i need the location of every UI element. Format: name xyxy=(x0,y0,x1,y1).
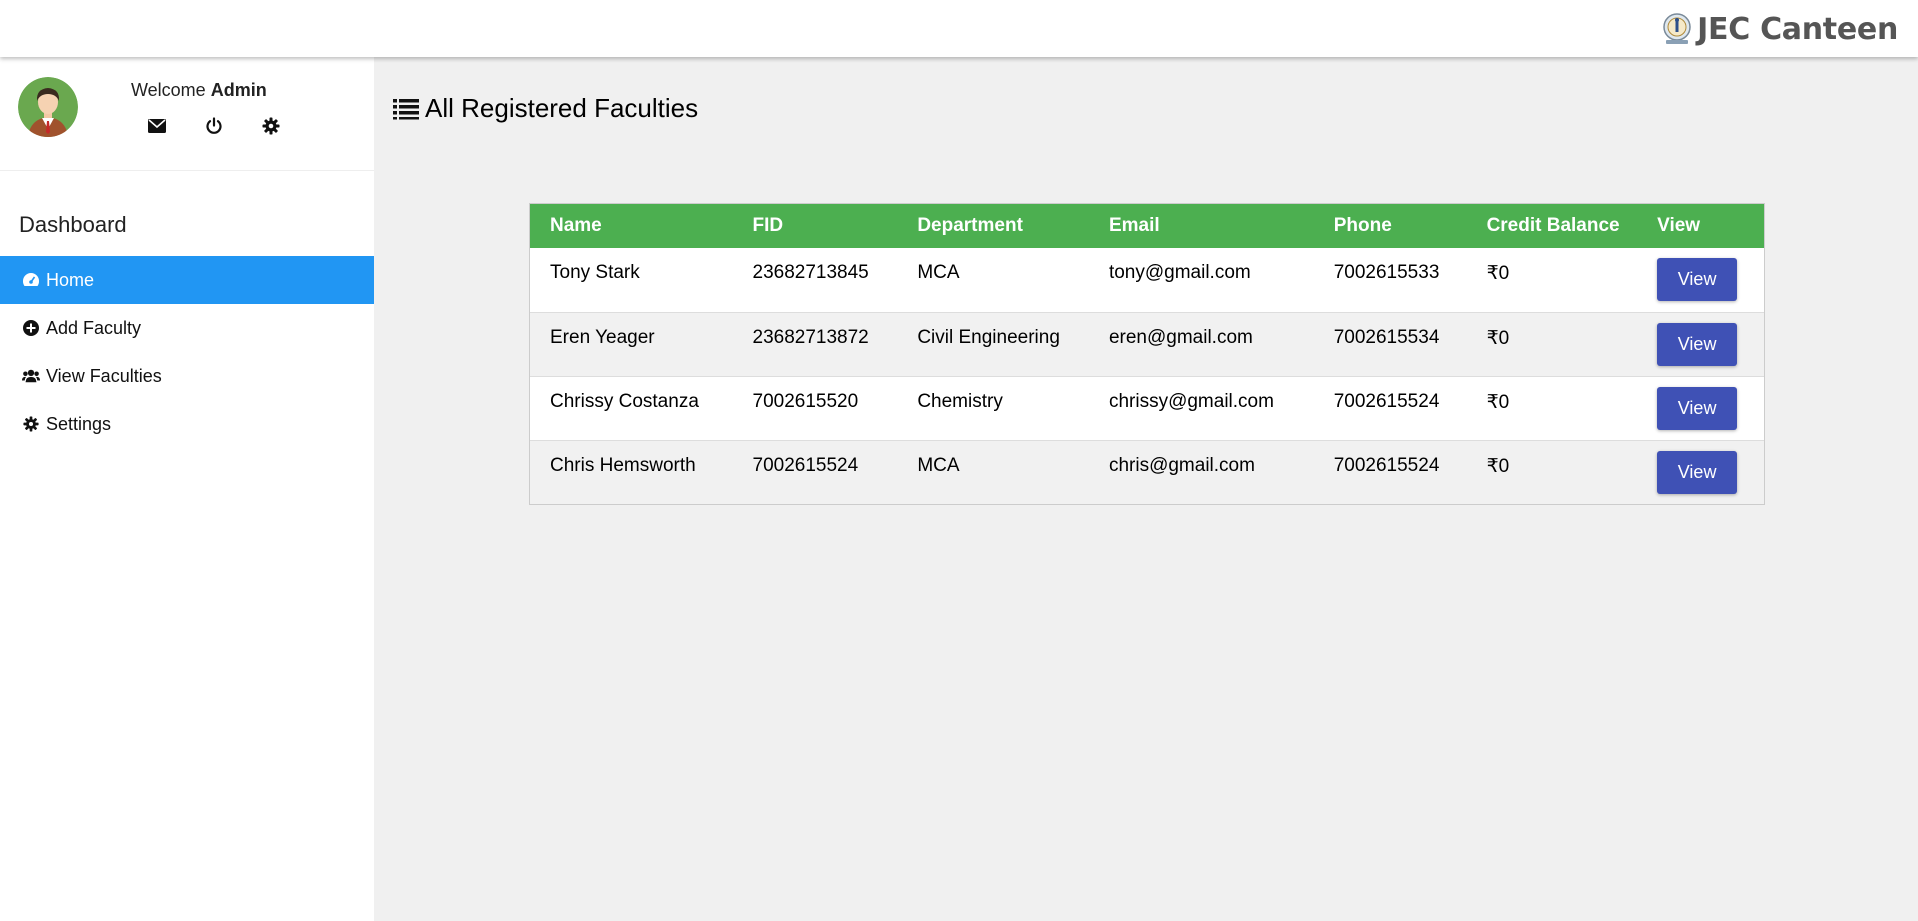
users-icon xyxy=(22,367,40,385)
cell-name: Eren Yeager xyxy=(550,326,655,348)
cell-credit-balance: ₹0 xyxy=(1486,455,1510,477)
cell-department: MCA xyxy=(917,454,960,476)
cell-name: Chris Hemsworth xyxy=(550,454,696,476)
welcome-prefix: Welcome xyxy=(131,80,211,100)
profile-actions xyxy=(148,114,319,138)
gear-icon[interactable] xyxy=(262,114,319,138)
column-header-view: View xyxy=(1657,215,1701,236)
table-row: Chrissy Costanza 7002615520 Chemistry ch… xyxy=(530,376,1764,440)
cell-name: Chrissy Costanza xyxy=(550,390,699,412)
welcome-text: Welcome Admin xyxy=(131,80,267,101)
cell-phone: 7002615534 xyxy=(1333,326,1440,348)
cell-credit-balance: ₹0 xyxy=(1486,327,1510,349)
cell-phone: 7002615524 xyxy=(1333,390,1440,412)
cell-fid: 23682713845 xyxy=(752,262,869,283)
power-icon[interactable] xyxy=(205,114,262,138)
cell-view: View xyxy=(1637,376,1764,440)
column-header-phone[interactable]: Phone xyxy=(1314,204,1467,248)
sidebar-item-view-faculties[interactable]: View Faculties xyxy=(0,352,374,400)
cell-view: View xyxy=(1637,440,1764,504)
emblem-logo-icon xyxy=(1663,13,1691,44)
list-icon xyxy=(393,98,419,119)
cell-department: MCA xyxy=(917,262,960,283)
column-header-credit-balance[interactable]: Credit Balance xyxy=(1467,204,1638,248)
cell-name: Tony Stark xyxy=(550,262,640,283)
cell-email: chris@gmail.com xyxy=(1108,454,1255,476)
page-title-text: All Registered Faculties xyxy=(425,93,699,123)
column-header-department[interactable]: Department xyxy=(897,204,1089,248)
sidebar-item-label: Home xyxy=(46,269,95,290)
page-title: All Registered Faculties xyxy=(393,93,698,124)
plus-circle-icon xyxy=(22,319,40,337)
table-row: Chris Hemsworth 7002615524 MCA chris@gma… xyxy=(530,440,1764,504)
faculties-table-container: Name FID Department Email Phone Credit B… xyxy=(529,203,1765,505)
cell-department: Civil Engineering xyxy=(917,326,1060,348)
brand-name: JEC Canteen xyxy=(1697,11,1898,47)
cell-view: View xyxy=(1637,248,1764,312)
table-row: Tony Stark 23682713845 MCA tony@gmail.co… xyxy=(530,248,1764,312)
view-button[interactable]: View xyxy=(1657,322,1738,366)
cell-fid: 23682713872 xyxy=(752,326,869,348)
cell-credit-balance: ₹0 xyxy=(1486,263,1510,284)
cell-phone: 7002615524 xyxy=(1333,454,1440,476)
cell-fid: 7002615520 xyxy=(752,390,859,412)
column-header-email[interactable]: Email xyxy=(1089,204,1314,248)
sidebar-item-home[interactable]: Home xyxy=(0,256,374,304)
cell-email: eren@gmail.com xyxy=(1108,326,1253,348)
user-name: Admin xyxy=(210,80,267,100)
sidebar-item-label: View Faculties xyxy=(46,365,162,386)
table-row: Eren Yeager 23682713872 Civil Engineerin… xyxy=(530,312,1764,376)
profile-panel: Welcome Admin xyxy=(0,57,374,171)
cell-phone: 7002615533 xyxy=(1333,262,1440,283)
column-header-fid[interactable]: FID xyxy=(733,204,898,248)
envelope-icon[interactable] xyxy=(148,114,205,138)
view-button[interactable]: View xyxy=(1657,450,1738,494)
sidebar-title: Dashboard xyxy=(19,212,127,237)
user-avatar-icon xyxy=(18,77,78,137)
sidebar-item-settings[interactable]: Settings xyxy=(0,400,374,448)
faculties-table: Name FID Department Email Phone Credit B… xyxy=(530,204,1764,504)
sidebar-item-label: Add Faculty xyxy=(46,317,142,338)
sidebar-item-add-faculty[interactable]: Add Faculty xyxy=(0,304,374,352)
avatar xyxy=(18,77,78,137)
sidebar-item-label: Settings xyxy=(46,413,112,434)
sidebar-nav: Home Add Faculty View Faculties Settings xyxy=(0,256,374,448)
cell-email: chrissy@gmail.com xyxy=(1108,390,1274,412)
view-button[interactable]: View xyxy=(1657,386,1738,430)
cell-view: View xyxy=(1637,312,1764,376)
table-header-row: Name FID Department Email Phone Credit B… xyxy=(530,204,1764,248)
top-bar: JEC Canteen xyxy=(0,0,1918,57)
cell-department: Chemistry xyxy=(917,390,1003,412)
sidebar: Welcome Admin Dashboard Home Add Faculty… xyxy=(0,57,374,921)
brand[interactable]: JEC Canteen xyxy=(1661,6,1898,52)
gear-icon xyxy=(22,415,40,433)
view-button[interactable]: View xyxy=(1657,258,1738,301)
cell-credit-balance: ₹0 xyxy=(1486,391,1510,413)
column-header-name[interactable]: Name xyxy=(530,204,733,248)
dashboard-icon xyxy=(22,271,40,289)
cell-email: tony@gmail.com xyxy=(1108,262,1251,283)
cell-fid: 7002615524 xyxy=(752,454,859,476)
